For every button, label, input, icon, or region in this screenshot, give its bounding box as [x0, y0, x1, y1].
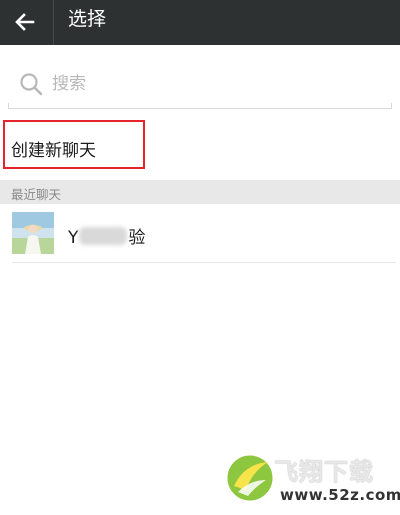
search-bar[interactable]	[8, 62, 392, 109]
search-input[interactable]	[52, 70, 372, 98]
avatar	[12, 212, 54, 254]
contact-name-end: 验	[128, 228, 146, 248]
watermark-brand: 飞翔下载	[274, 458, 374, 486]
contact-row[interactable]: Y验	[0, 205, 400, 263]
create-new-chat-label: 创建新聊天	[11, 141, 96, 161]
search-icon	[20, 73, 43, 96]
top-app-bar: 选择	[0, 0, 400, 45]
avatar-image	[12, 212, 54, 254]
watermark-url: www.52z.com	[280, 486, 400, 504]
search-underline-corner-left	[8, 103, 9, 109]
watermark-logo-icon	[224, 452, 276, 504]
row-separator	[12, 262, 396, 263]
contact-name-start: Y	[68, 228, 79, 248]
contact-name: Y验	[68, 223, 145, 248]
header-divider	[53, 0, 54, 45]
contact-name-redaction	[79, 227, 128, 245]
back-button[interactable]	[6, 3, 44, 41]
create-new-chat-item[interactable]: 创建新聊天	[0, 118, 400, 176]
search-underline-corner-right	[391, 103, 392, 109]
arrow-left-icon	[15, 13, 35, 31]
site-watermark: 飞翔下载 www.52z.com	[222, 448, 400, 510]
page-title: 选择	[68, 8, 107, 30]
recent-chats-section-header: 最近聊天	[0, 180, 400, 204]
recent-chats-title: 最近聊天	[11, 187, 62, 202]
